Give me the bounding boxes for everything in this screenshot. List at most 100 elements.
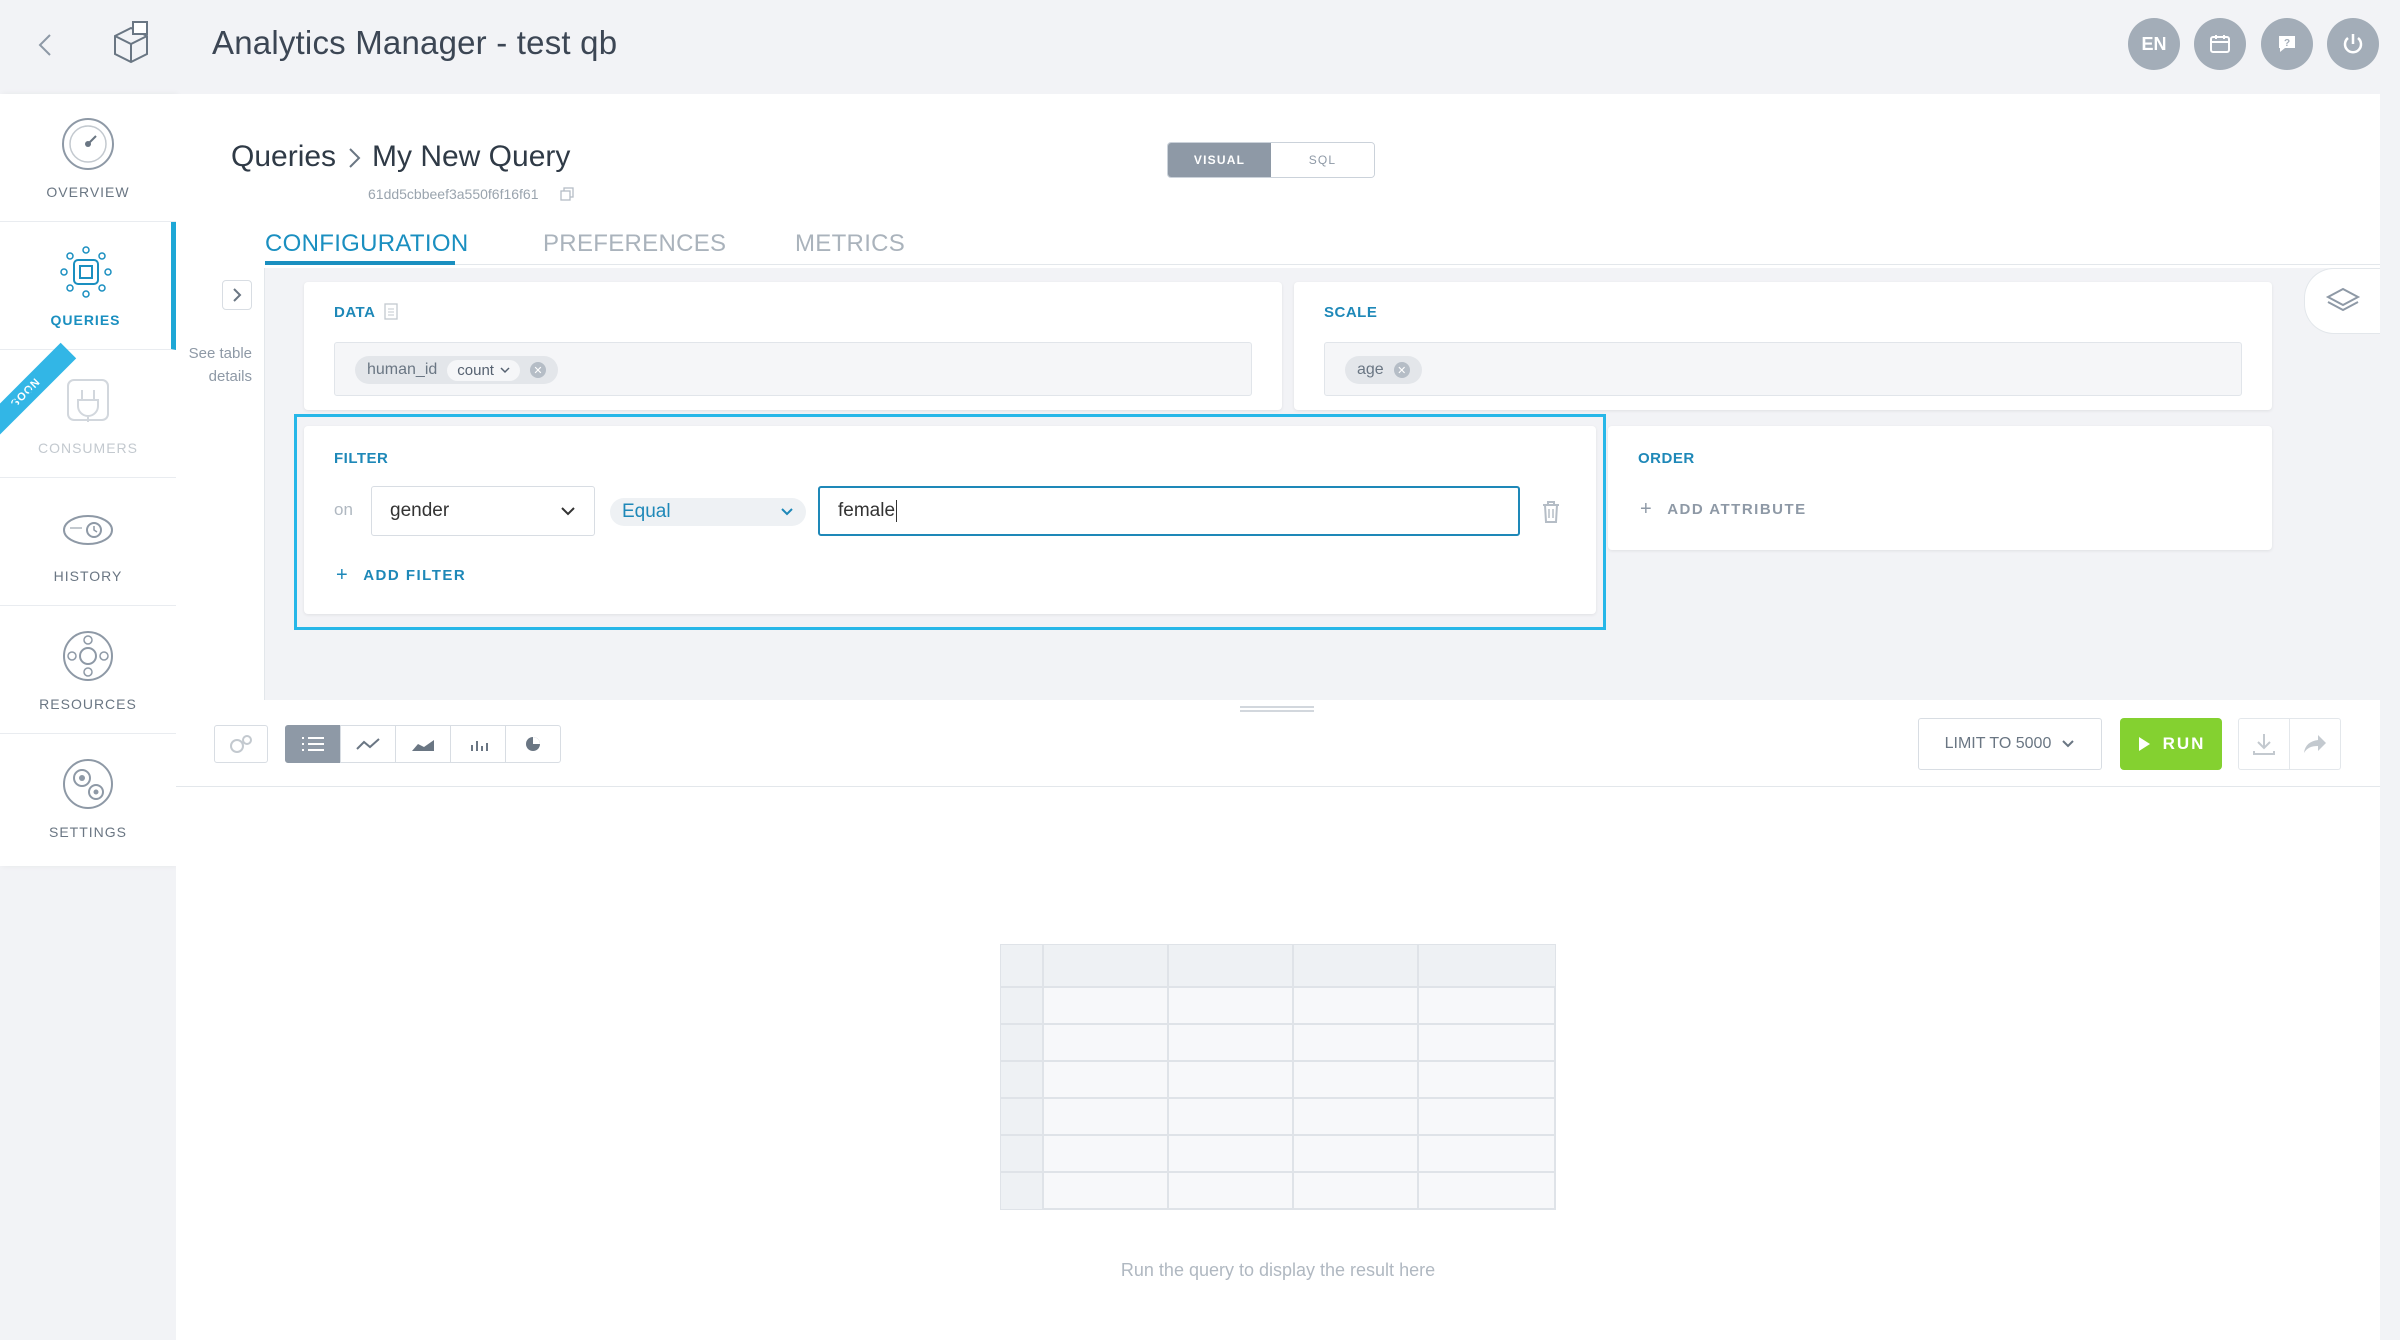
gears-icon (230, 735, 252, 753)
view-table-button[interactable] (285, 725, 341, 763)
aggregation-dropdown[interactable]: count (447, 359, 520, 381)
toolbar-divider (176, 786, 2380, 787)
data-card-title: DATA (334, 304, 376, 321)
sidebar-item-resources[interactable]: RESOURCES (0, 606, 176, 734)
bar-chart-icon (471, 741, 488, 751)
sidebar-item-label: HISTORY (53, 568, 123, 584)
run-query-button[interactable]: RUN (2120, 718, 2222, 770)
chevron-left-icon (38, 34, 51, 56)
visual-mode-button[interactable]: VISUAL (1168, 143, 1271, 177)
limit-rows-dropdown[interactable]: LIMIT TO 5000 (1918, 718, 2102, 770)
query-mode-toggle: VISUAL SQL (1167, 142, 1375, 178)
list-icon (302, 737, 324, 751)
layers-icon (2325, 287, 2360, 312)
empty-table-illustration (1000, 944, 1556, 1210)
share-button[interactable] (2289, 718, 2341, 770)
tab-preferences[interactable]: PREFERENCES (543, 230, 726, 258)
sidebar-item-label: RESOURCES (39, 696, 137, 712)
help-button[interactable]: ? (2261, 18, 2313, 70)
play-icon (2138, 737, 2150, 751)
order-card-title: ORDER (1638, 450, 1695, 467)
scale-card-title: SCALE (1324, 304, 1378, 321)
svg-text:?: ? (2284, 38, 2290, 49)
breadcrumb-queries-link[interactable]: Queries (231, 140, 336, 174)
see-table-details-link[interactable]: See table details (180, 342, 252, 388)
calendar-icon (2210, 35, 2230, 53)
see-table-details-line2: details (208, 368, 252, 385)
power-button[interactable] (2327, 18, 2379, 70)
sidebar-item-overview[interactable]: OVERVIEW (0, 94, 176, 222)
data-attribute-label: human_id (367, 361, 438, 378)
plus-icon: + (1640, 498, 1654, 520)
plug-icon (67, 379, 109, 422)
help-chat-icon: ? (2279, 36, 2295, 52)
tab-metrics[interactable]: METRICS (795, 230, 905, 258)
data-card: DATA human_id count ✕ (304, 282, 1282, 410)
sidebar-item-label: QUERIES (50, 312, 121, 328)
add-attribute-label: ADD ATTRIBUTE (1667, 501, 1807, 518)
language-label: EN (2141, 33, 2167, 54)
page-title[interactable]: My New Query (372, 140, 570, 174)
remove-chip-icon[interactable]: ✕ (529, 362, 546, 378)
sidebar-item-label: OVERVIEW (46, 184, 130, 200)
sidebar-item-history[interactable]: HISTORY (0, 478, 176, 606)
pie-chart-icon (526, 737, 540, 751)
sidebar: OVERVIEW QUERIES CONSUMERS HISTORY RESOU… (0, 94, 176, 866)
limit-label: LIMIT TO 5000 (1944, 735, 2052, 752)
app-title: Analytics Manager - test qb (212, 24, 618, 61)
add-attribute-button[interactable]: + ADD ATTRIBUTE (1640, 498, 1807, 521)
sidebar-item-settings[interactable]: SETTINGS (0, 734, 176, 862)
run-label: RUN (2162, 734, 2206, 753)
language-button[interactable]: EN (2128, 18, 2180, 70)
scale-attribute-label: age (1357, 361, 1384, 378)
sparkle-icon (6, 386, 35, 414)
sidebar-item-label: CONSUMERS (37, 440, 138, 456)
gauge-icon (62, 118, 114, 170)
view-line-chart-button[interactable] (340, 725, 396, 763)
tab-configuration[interactable]: CONFIGURATION (265, 230, 468, 258)
back-button[interactable] (30, 25, 60, 65)
settings-gears-icon (63, 759, 113, 809)
area-chart-icon (412, 740, 434, 751)
chevron-down-icon (500, 367, 510, 374)
table-details-column (176, 268, 265, 700)
calendar-button[interactable] (2194, 18, 2246, 70)
remove-chip-icon[interactable]: ✕ (1393, 362, 1410, 378)
sql-mode-button[interactable]: SQL (1271, 143, 1374, 177)
aggregation-label: count (457, 361, 494, 379)
power-icon (2343, 34, 2363, 54)
query-id: 61dd5cbbeef3a550f6f16f61 (368, 186, 539, 202)
download-button[interactable] (2238, 718, 2290, 770)
filter-focus-highlight (294, 414, 1606, 630)
data-drop-zone[interactable]: human_id count ✕ (334, 342, 1252, 396)
sidebar-item-label: SETTINGS (48, 824, 127, 840)
line-chart-icon (356, 738, 380, 750)
scale-attribute-chip[interactable]: age ✕ (1345, 356, 1422, 384)
app-logo-icon (105, 18, 157, 70)
share-arrow-icon (2304, 735, 2326, 753)
layers-panel-toggle[interactable] (2304, 268, 2380, 334)
clipboard-icon[interactable] (384, 302, 398, 320)
tabs-divider (265, 264, 2380, 265)
resources-icon (63, 631, 113, 681)
sidebar-item-queries[interactable]: QUERIES (0, 222, 176, 350)
panel-resize-handle[interactable] (1240, 706, 1314, 712)
view-area-chart-button[interactable] (395, 725, 451, 763)
chevron-right-icon (233, 288, 242, 302)
scale-drop-zone[interactable]: age ✕ (1324, 342, 2242, 396)
copy-icon[interactable] (560, 187, 574, 201)
queries-chip-icon (59, 246, 112, 298)
expand-table-details-button[interactable] (222, 280, 252, 310)
chevron-down-icon (2062, 740, 2075, 748)
chart-settings-button[interactable] (214, 725, 268, 763)
see-table-details-line1: See table (188, 345, 252, 362)
order-card: ORDER + ADD ATTRIBUTE (1608, 426, 2272, 550)
view-pie-chart-button[interactable] (505, 725, 561, 763)
scale-card: SCALE age ✕ (1294, 282, 2272, 410)
active-tab-indicator (265, 261, 455, 265)
history-icon (63, 515, 113, 545)
empty-result-message: Run the query to display the result here (1120, 1260, 1436, 1280)
chevron-right-icon (349, 148, 361, 168)
data-attribute-chip[interactable]: human_id count ✕ (355, 356, 558, 384)
view-bar-chart-button[interactable] (450, 725, 506, 763)
